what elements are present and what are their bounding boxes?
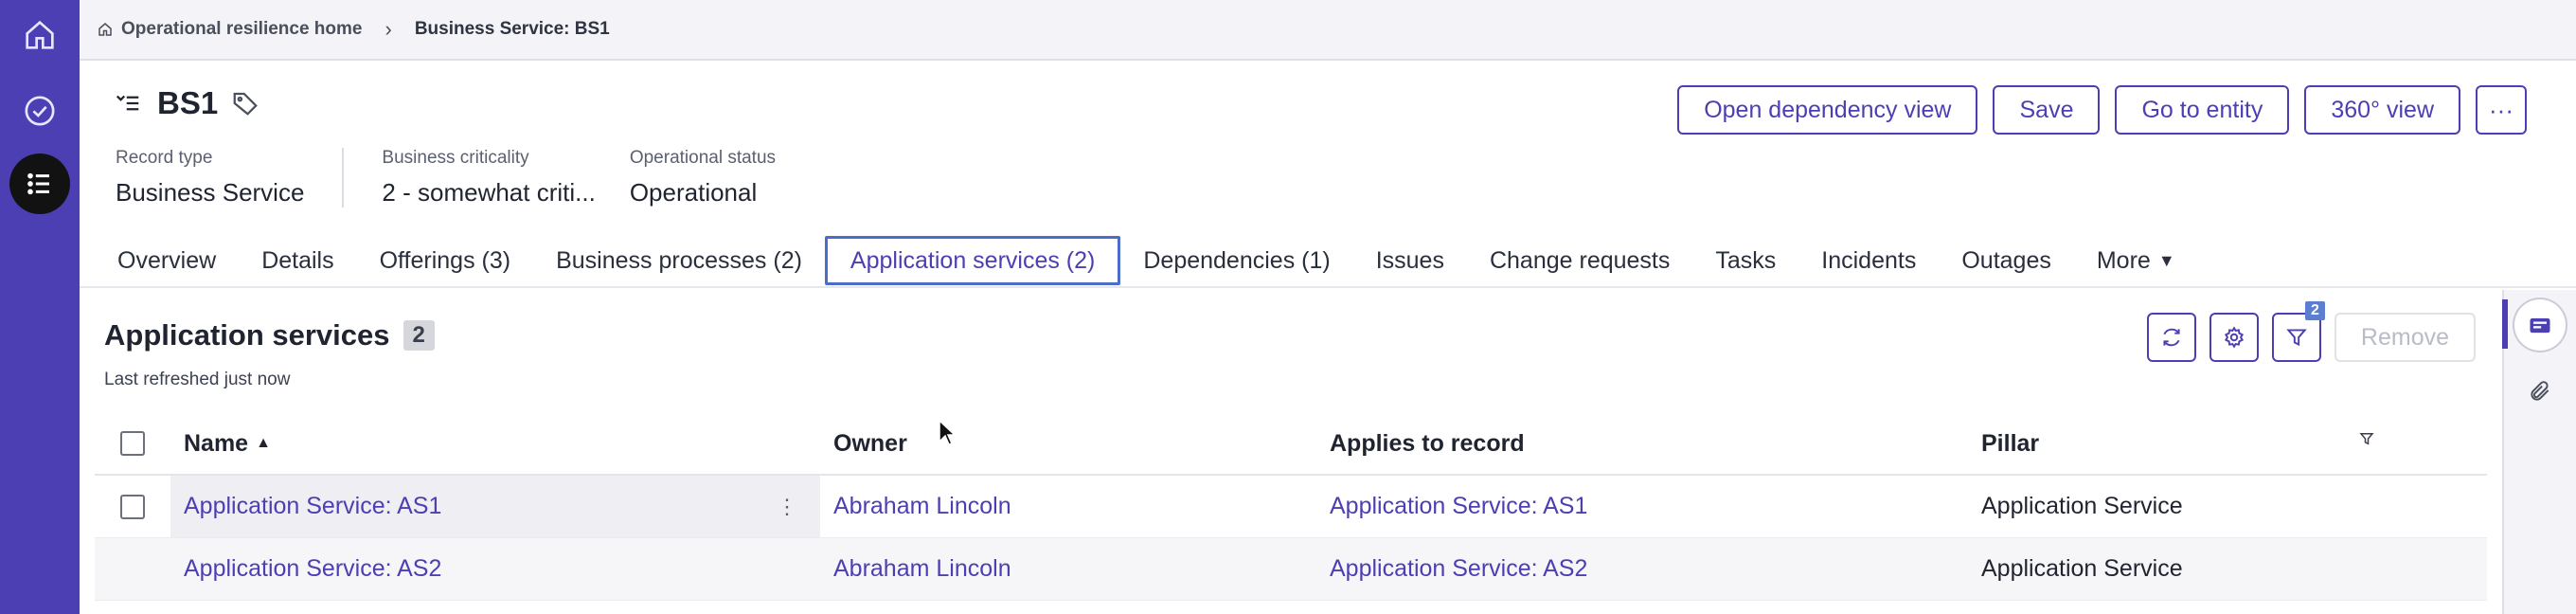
tab-application-services[interactable]: Application services (2) bbox=[824, 236, 1121, 285]
left-nav-rail bbox=[0, 0, 80, 614]
applies-link[interactable]: Application Service: AS2 bbox=[1316, 555, 1968, 583]
refresh-button[interactable] bbox=[2146, 313, 2196, 362]
breadcrumb-home[interactable]: Operational resilience home bbox=[97, 19, 362, 40]
meta-value: 2 - somewhat criti... bbox=[382, 178, 596, 207]
meta-value: Business Service bbox=[116, 178, 305, 207]
filter-button[interactable]: 2 bbox=[2271, 301, 2325, 362]
column-header-pillar[interactable]: Pillar bbox=[1968, 430, 2413, 458]
meta-record-type: Record type Business Service bbox=[116, 148, 345, 208]
name-link[interactable]: Application Service: AS2 bbox=[184, 555, 441, 583]
paperclip-icon[interactable] bbox=[2514, 366, 2566, 417]
header-actions: Open dependency view Save Go to entity 3… bbox=[1677, 85, 2527, 135]
tab-business-processes[interactable]: Business processes (2) bbox=[533, 236, 825, 285]
contextual-side-panel bbox=[2502, 290, 2576, 614]
list-sort-icon bbox=[112, 89, 144, 117]
settings-button[interactable] bbox=[2209, 313, 2259, 362]
check-circle-icon[interactable] bbox=[14, 85, 65, 136]
owner-link[interactable]: Abraham Lincoln bbox=[820, 493, 1316, 520]
remove-button[interactable]: Remove bbox=[2334, 313, 2476, 362]
row-menu-icon[interactable]: ⋮ bbox=[777, 495, 797, 519]
count-badge: 2 bbox=[402, 320, 435, 351]
application-services-table: Name ▲ Owner Applies to record Pillar Ap… bbox=[95, 413, 2487, 601]
tab-overview[interactable]: Overview bbox=[95, 236, 239, 285]
list-icon[interactable] bbox=[9, 154, 70, 214]
section-title: Application services bbox=[104, 318, 390, 352]
section-header: Application services 2 bbox=[104, 318, 435, 352]
table-row[interactable]: Application Service: AS2 Abraham Lincoln… bbox=[95, 538, 2487, 601]
filter-icon bbox=[2286, 329, 2307, 347]
record-header: BS1 bbox=[112, 85, 259, 121]
more-actions-button[interactable]: ··· bbox=[2476, 85, 2527, 135]
active-indicator bbox=[2502, 299, 2508, 349]
home-icon bbox=[98, 23, 112, 36]
record-info-icon[interactable] bbox=[2514, 299, 2566, 351]
name-link[interactable]: Application Service: AS1 bbox=[184, 493, 441, 520]
go-to-entity-button[interactable]: Go to entity bbox=[2115, 85, 2290, 135]
record-tabs: Overview Details Offerings (3) Business … bbox=[80, 235, 2576, 288]
tab-offerings[interactable]: Offerings (3) bbox=[357, 236, 533, 285]
home-icon[interactable] bbox=[14, 9, 65, 61]
meta-value: Operational bbox=[629, 178, 758, 207]
chevron-right-icon: › bbox=[385, 17, 392, 41]
filter-count-badge: 2 bbox=[2305, 301, 2325, 320]
filter-icon[interactable] bbox=[2358, 430, 2375, 447]
page-title: BS1 bbox=[157, 85, 219, 120]
tab-change-requests[interactable]: Change requests bbox=[1467, 236, 1692, 285]
tab-dependencies[interactable]: Dependencies (1) bbox=[1120, 236, 1352, 285]
table-header-row: Name ▲ Owner Applies to record Pillar bbox=[95, 413, 2487, 476]
pillar-cell: Application Service bbox=[1981, 555, 2183, 582]
gear-icon bbox=[2224, 326, 2244, 349]
list-toolbar: 2 Remove bbox=[2146, 301, 2476, 362]
mouse-cursor bbox=[938, 419, 957, 452]
meta-label: Business criticality bbox=[382, 148, 529, 168]
record-meta: Record type Business Service Business cr… bbox=[116, 148, 814, 208]
meta-label: Record type bbox=[116, 148, 213, 168]
row-checkbox[interactable] bbox=[120, 494, 145, 519]
open-dependency-view-button[interactable]: Open dependency view bbox=[1677, 85, 1978, 135]
table-row[interactable]: Application Service: AS1 ⋮ Abraham Linco… bbox=[95, 476, 2487, 538]
column-header-pillar-label: Pillar bbox=[1981, 429, 2040, 457]
breadcrumb: Operational resilience home › Business S… bbox=[80, 0, 2576, 61]
column-header-name-label: Name bbox=[184, 429, 249, 457]
last-refreshed-text: Last refreshed just now bbox=[104, 370, 291, 389]
owner-link[interactable]: Abraham Lincoln bbox=[820, 555, 1316, 583]
breadcrumb-current: Business Service: BS1 bbox=[414, 19, 610, 39]
tab-details[interactable]: Details bbox=[239, 236, 356, 285]
tab-more[interactable]: More ▼ bbox=[2074, 236, 2198, 285]
save-button[interactable]: Save bbox=[1993, 85, 2101, 135]
tab-more-label: More bbox=[2096, 246, 2151, 274]
tab-incidents[interactable]: Incidents bbox=[1798, 236, 1939, 285]
column-header-applies[interactable]: Applies to record bbox=[1316, 430, 1968, 458]
tab-outages[interactable]: Outages bbox=[1939, 236, 2074, 285]
meta-label: Operational status bbox=[629, 148, 777, 168]
caret-down-icon: ▼ bbox=[2157, 250, 2175, 270]
sort-ascending-icon: ▲ bbox=[256, 435, 271, 451]
meta-business-criticality: Business criticality 2 - somewhat criti.… bbox=[344, 148, 629, 208]
select-all-checkbox[interactable] bbox=[120, 431, 145, 456]
tag-icon[interactable] bbox=[231, 89, 259, 117]
breadcrumb-home-label: Operational resilience home bbox=[121, 19, 363, 39]
column-header-owner[interactable]: Owner bbox=[820, 430, 1316, 458]
applies-link[interactable]: Application Service: AS1 bbox=[1316, 493, 1968, 520]
pillar-cell: Application Service bbox=[1981, 493, 2183, 519]
related-list-panel: Application services 2 Last refreshed ju… bbox=[80, 290, 2502, 614]
tab-issues[interactable]: Issues bbox=[1353, 236, 1467, 285]
refresh-icon bbox=[2163, 328, 2180, 347]
column-header-name[interactable]: Name ▲ bbox=[170, 413, 820, 474]
meta-operational-status: Operational status Operational bbox=[630, 148, 814, 208]
tab-tasks[interactable]: Tasks bbox=[1692, 236, 1798, 285]
view-360-button[interactable]: 360° view bbox=[2304, 85, 2460, 135]
